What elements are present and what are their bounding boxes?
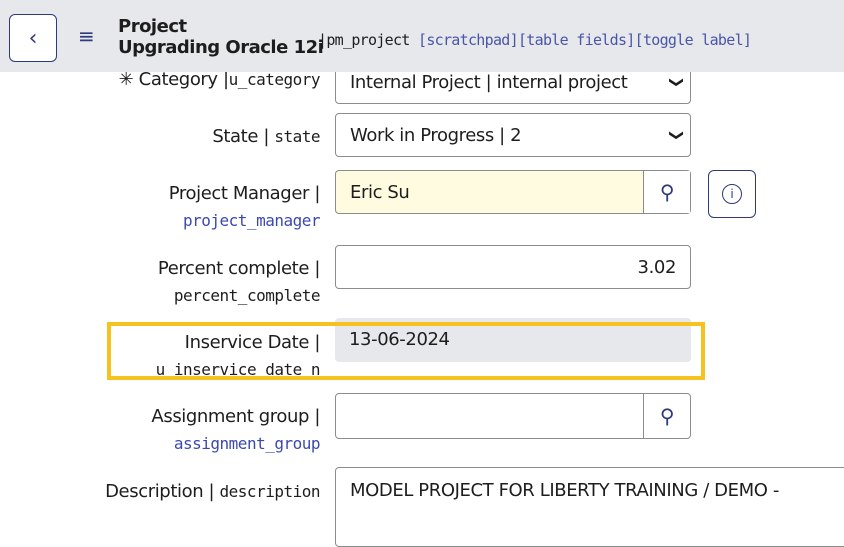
select-value: Work in Progress | 2: [350, 124, 522, 146]
field-label: Assignment group |: [151, 406, 320, 427]
field-name: state: [274, 127, 320, 146]
scratchpad-link[interactable]: [scratchpad]: [418, 31, 519, 49]
toggle-label-link[interactable]: [toggle label]: [635, 31, 752, 49]
input-value: Eric Su: [350, 181, 410, 203]
form-title: Project Upgrading Oracle 12i: [118, 16, 324, 58]
chevron-left-icon: ‹: [28, 25, 38, 51]
field-name[interactable]: assignment_group: [151, 430, 321, 457]
field-label: Percent complete |: [157, 258, 321, 279]
field-label: Description |: [105, 481, 215, 502]
input-value: 3.02: [637, 256, 677, 278]
mandatory-icon: ✳: [118, 69, 134, 90]
title-table: Project: [118, 16, 187, 37]
field-name: description: [219, 482, 321, 501]
table-name: |pm_project: [318, 31, 418, 49]
field-name: percent_complete: [173, 286, 321, 305]
hamburger-menu-icon[interactable]: ≡: [78, 24, 95, 48]
back-button[interactable]: ‹: [9, 14, 57, 62]
field-label: State |: [212, 126, 269, 147]
project-manager-input[interactable]: Eric Su ⚲: [335, 170, 691, 214]
table-info: |pm_project [scratchpad][table fields][t…: [318, 31, 752, 49]
title-record: Upgrading Oracle 12i: [118, 37, 324, 58]
field-label: Project Manager |: [168, 183, 321, 204]
field-name: u_category: [228, 70, 321, 89]
assignment-group-input[interactable]: ⚲: [335, 393, 691, 439]
state-select[interactable]: Work in Progress | 2 ❯: [335, 113, 691, 157]
field-label: Category |: [138, 69, 229, 90]
table-fields-link[interactable]: [table fields]: [518, 31, 635, 49]
highlight-box: [107, 322, 705, 380]
select-value: Internal Project | internal project: [350, 71, 628, 93]
info-button[interactable]: i: [708, 170, 756, 218]
field-name[interactable]: project_manager: [169, 207, 321, 234]
description-textarea[interactable]: MODEL PROJECT FOR LIBERTY TRAINING / DEM…: [335, 467, 844, 547]
chevron-down-icon: ❯: [668, 129, 685, 141]
search-icon[interactable]: ⚲: [643, 171, 690, 213]
percent-complete-input[interactable]: 3.02: [335, 245, 691, 289]
textarea-value: MODEL PROJECT FOR LIBERTY TRAINING / DEM…: [350, 480, 779, 501]
form-header: ‹ ≡ Project Upgrading Oracle 12i |pm_proj…: [0, 0, 844, 72]
info-icon: i: [722, 184, 742, 204]
chevron-down-icon: ❯: [668, 76, 685, 88]
search-icon[interactable]: ⚲: [643, 394, 690, 438]
